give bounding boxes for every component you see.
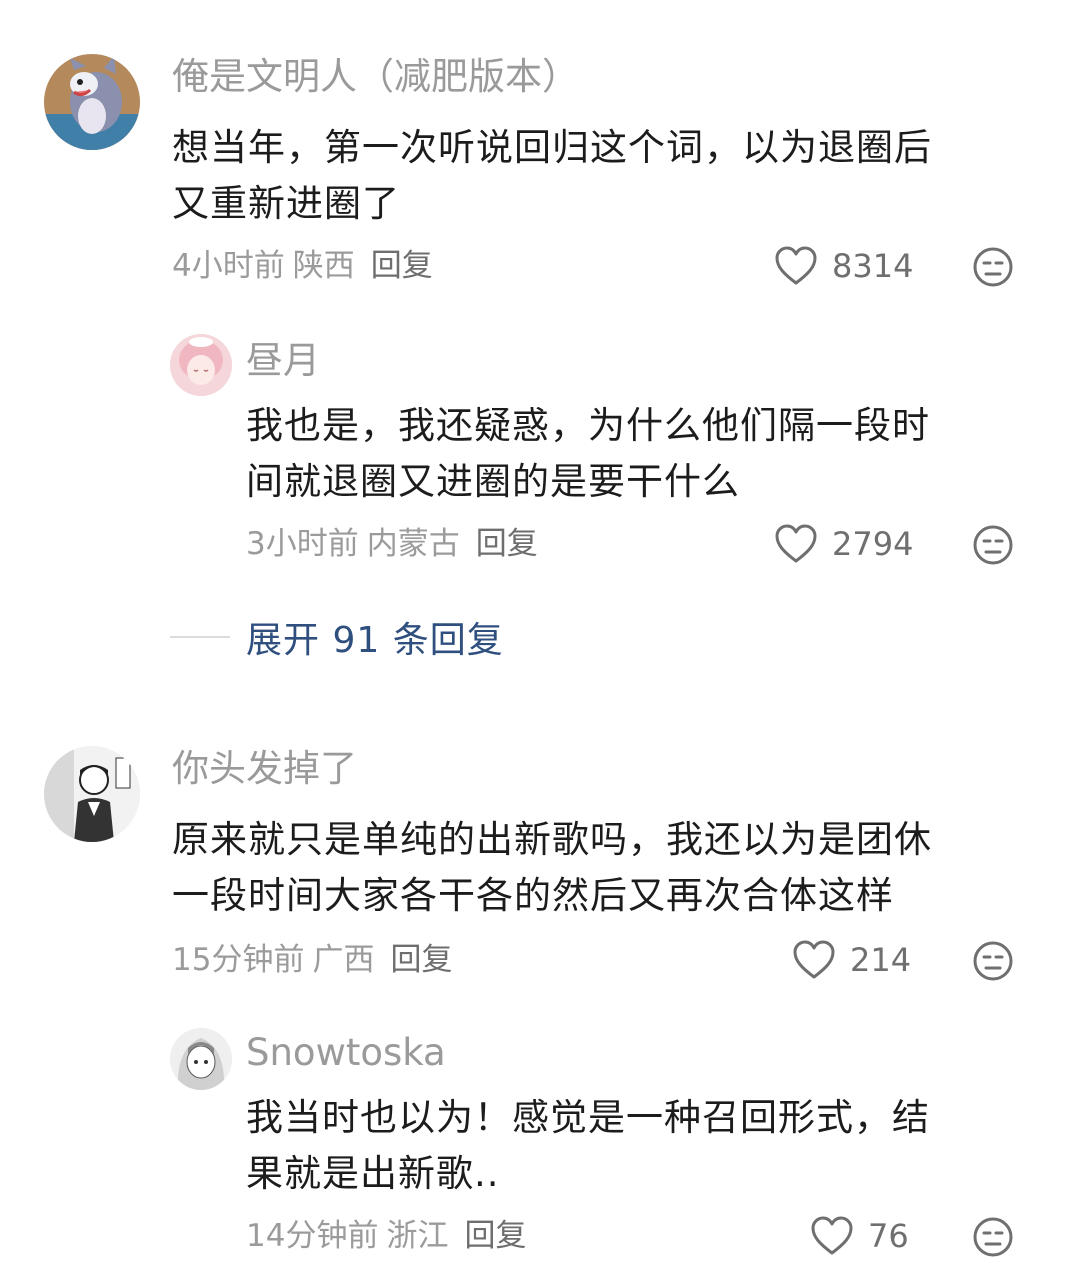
divider <box>170 636 230 638</box>
reply-time: 14分钟前 <box>246 1218 379 1254</box>
reply-username[interactable]: 昼月 <box>246 338 320 384</box>
manga-girl-avatar[interactable] <box>170 1028 232 1090</box>
comment-meta: 15分钟前 广西 回复 <box>172 940 452 980</box>
reply-content-line: 我当时也以为！感觉是一种召回形式，结 <box>246 1096 930 1139</box>
anime-girl-pink-avatar[interactable] <box>170 334 232 396</box>
reply-meta: 3小时前 内蒙古 回复 <box>246 524 538 564</box>
manga-boy-avatar[interactable] <box>44 746 140 842</box>
like-count: 2794 <box>832 525 914 563</box>
like-count: 214 <box>850 941 912 979</box>
dislike-button[interactable] <box>972 524 1014 566</box>
comment-content: 原来就只是单纯的出新歌吗，我还以为是团休 一段时间大家各干各的然后又再次合体这样 <box>172 812 932 924</box>
heart-icon <box>793 940 835 979</box>
comment-content-line: 原来就只是单纯的出新歌吗，我还以为是团休 <box>172 818 932 861</box>
reply-content: 我当时也以为！感觉是一种召回形式，结 果就是出新歌.. <box>246 1090 930 1202</box>
reply-content-line: 果就是出新歌.. <box>246 1152 500 1195</box>
like-count: 8314 <box>832 247 914 285</box>
heart-icon <box>811 1216 853 1255</box>
reply-content-line: 间就退圈又进圈的是要干什么 <box>246 460 740 503</box>
heart-icon <box>775 524 817 563</box>
expand-replies-label: 展开 91 条回复 <box>246 620 504 661</box>
comment-content-line: 一段时间大家各干各的然后又再次合体这样 <box>172 874 894 917</box>
comment-username[interactable]: 你头发掉了 <box>172 746 357 792</box>
comment-content-line: 想当年，第一次听说回归这个词，以为退圈后 <box>172 126 932 169</box>
like-button[interactable]: 76 <box>810 1216 909 1256</box>
comment-meta: 4小时前 陕西 回复 <box>172 246 433 286</box>
reply-location: 浙江 <box>386 1218 449 1254</box>
heart-icon <box>775 246 817 285</box>
reply-button[interactable]: 回复 <box>390 942 452 978</box>
comment-time: 4小时前 <box>172 248 285 284</box>
cartoon-cat-avatar[interactable] <box>44 54 140 150</box>
reply-username[interactable]: Snowtoska <box>246 1030 446 1076</box>
like-button[interactable]: 214 <box>792 940 911 980</box>
comment-location: 广西 <box>312 942 375 978</box>
comment-location: 陕西 <box>292 248 355 284</box>
like-button[interactable]: 8314 <box>774 246 913 286</box>
reply-content: 我也是，我还疑惑，为什么他们隔一段时 间就退圈又进圈的是要干什么 <box>246 398 930 510</box>
comment-content: 想当年，第一次听说回归这个词，以为退圈后 又重新进圈了 <box>172 120 932 232</box>
reply-content-line: 我也是，我还疑惑，为什么他们隔一段时 <box>246 404 930 447</box>
unamused-face-icon <box>973 247 1013 287</box>
reply-meta: 14分钟前 浙江 回复 <box>246 1216 526 1256</box>
like-count: 76 <box>868 1217 909 1255</box>
unamused-face-icon <box>973 941 1013 981</box>
expand-replies-button[interactable]: 展开 91 条回复 <box>170 612 504 662</box>
reply-button[interactable]: 回复 <box>371 248 433 284</box>
reply-button[interactable]: 回复 <box>476 526 538 562</box>
comment-time: 15分钟前 <box>172 942 305 978</box>
like-button[interactable]: 2794 <box>774 524 913 564</box>
unamused-face-icon <box>973 1217 1013 1257</box>
comment-username[interactable]: 俺是文明人（减肥版本） <box>172 54 579 100</box>
dislike-button[interactable] <box>972 940 1014 982</box>
reply-time: 3小时前 <box>246 526 359 562</box>
dislike-button[interactable] <box>972 1216 1014 1258</box>
unamused-face-icon <box>973 525 1013 565</box>
dislike-button[interactable] <box>972 246 1014 288</box>
reply-location: 内蒙古 <box>366 526 460 562</box>
reply-button[interactable]: 回复 <box>464 1218 526 1254</box>
comment-content-line: 又重新进圈了 <box>172 182 400 225</box>
